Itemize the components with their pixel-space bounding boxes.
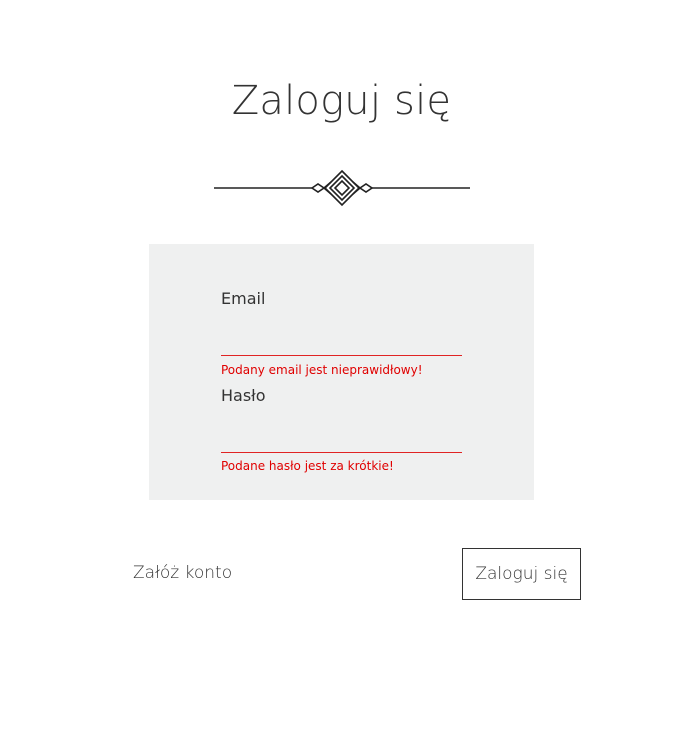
register-link[interactable]: Załóż konto <box>133 563 232 583</box>
password-label: Hasło <box>221 386 266 405</box>
password-field[interactable] <box>221 426 462 453</box>
email-label: Email <box>221 289 266 308</box>
login-form: Email Podany email jest nieprawidłowy! H… <box>149 244 534 500</box>
email-field[interactable] <box>221 329 462 356</box>
login-button[interactable]: Zaloguj się <box>462 548 581 600</box>
ornamental-divider-icon <box>214 169 470 207</box>
password-error-message: Podane hasło jest za krótkie! <box>221 459 394 473</box>
email-error-message: Podany email jest nieprawidłowy! <box>221 363 423 377</box>
page-title: Zaloguj się <box>231 78 452 124</box>
